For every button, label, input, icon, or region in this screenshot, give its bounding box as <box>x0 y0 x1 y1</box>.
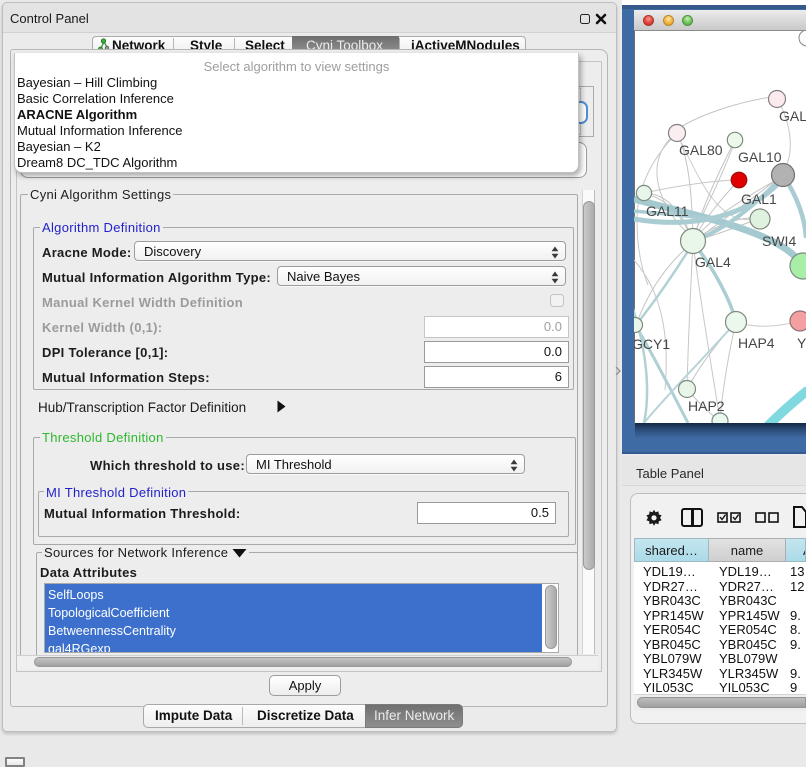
svg-text:GAL10: GAL10 <box>738 149 782 165</box>
svg-text:GAL7: GAL7 <box>779 108 806 124</box>
svg-text:GAL4: GAL4 <box>695 254 731 270</box>
svg-text:GCY1: GCY1 <box>634 336 670 352</box>
svg-text:HAP4: HAP4 <box>738 335 775 351</box>
svg-text:GAL80: GAL80 <box>679 142 723 158</box>
svg-text:SWI4: SWI4 <box>762 233 796 249</box>
svg-text:GAL1: GAL1 <box>741 191 777 207</box>
svg-text:GAL11: GAL11 <box>646 203 689 219</box>
svg-text:HAP2: HAP2 <box>688 398 725 414</box>
svg-text:Y: Y <box>797 335 806 351</box>
